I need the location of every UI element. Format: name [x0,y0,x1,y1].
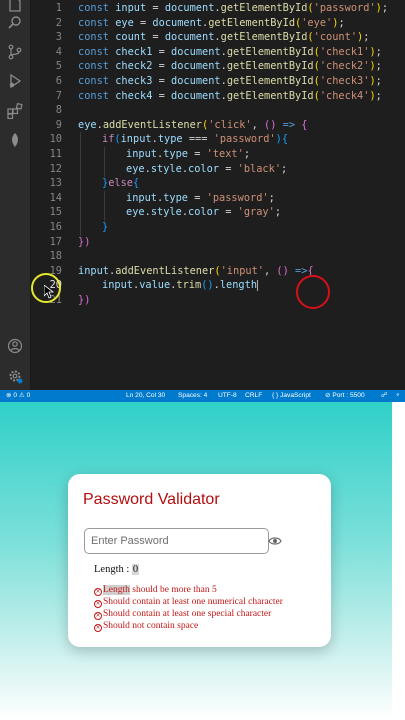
password-validator-card: Password Validator Length : 0 × Length sh… [68,474,331,647]
code-line: const check3 = document.getElementById('… [78,75,382,87]
line-number-gutter: 1 2 3 4 5 6 7 8 9 10 11 12 13 14 15 16 1… [30,0,70,380]
error-circle-icon: × [94,588,102,596]
account-icon[interactable] [7,338,23,354]
files-icon[interactable] [7,0,23,12]
code-line: input.addEventListener('input', () =>{ [78,264,314,277]
code-line: }) [78,294,91,306]
line-number: 2 [55,16,62,29]
length-counter: Length : 0 [94,564,140,575]
length-label: Length : [94,564,132,575]
line-number: 7 [55,89,62,102]
eye-icon[interactable] [268,535,282,547]
line-number: 4 [55,45,62,58]
live-server-port[interactable]: ⊘ Port : 5500 [325,390,365,402]
line-number: 12 [49,162,62,175]
line-number: 11 [49,148,62,160]
code-line: const count = document.getElementById('c… [78,31,370,44]
encoding[interactable]: UTF-8 [218,390,237,402]
code-line: if(input.type === 'password'){ [102,133,289,146]
line-number: 3 [55,31,62,44]
problems-indicator[interactable]: ⊗ 0 ⚠ 0 [6,390,30,402]
code-line: eye.style.color = 'black'; [126,162,288,175]
browser-preview: Password Validator Length : 0 × Length sh… [0,402,392,720]
indent-guide [104,147,105,177]
preview-edge [392,402,405,720]
line-number: 15 [49,206,62,219]
indentation[interactable]: Spaces: 4 [178,390,207,402]
code-line: }else{ [102,177,140,190]
rule-no-space: × Should not contain space [94,621,199,632]
line-number: 13 [49,177,62,190]
rule-special-char: × Should contain at least one special cha… [94,609,272,620]
extensions-icon[interactable] [7,103,23,119]
code-line: eye.style.color = 'gray'; [126,206,282,219]
code-line: const check2 = document.getElementById('… [78,60,382,73]
status-bar: ⊗ 0 ⚠ 0 Ln 20, Col 30 Spaces: 4 UTF-8 CR… [0,390,405,402]
page-title: Password Validator [83,491,220,508]
error-circle-icon: × [94,612,102,620]
line-number: 16 [49,221,62,233]
code-line: const eye = document.getElementById('eye… [78,16,345,29]
click-indicator-ring [296,275,330,309]
activity-bar [0,0,31,390]
leaf-icon[interactable] [7,132,23,148]
code-line: eye.addEventListener('click', () => { [78,118,308,131]
broadcast-icon[interactable]: ☍ [381,390,388,402]
error-circle-icon: × [94,624,102,632]
line-number: 1 [55,2,62,14]
line-number: 9 [55,118,62,131]
code-line: const check4 = document.getElementById('… [78,89,382,102]
code-area[interactable]: const input = document.getElementById('p… [78,0,405,380]
line-number: 6 [55,75,62,87]
code-line: const input = document.getElementById('p… [78,2,389,14]
code-line: }) [78,235,91,248]
line-number: 8 [55,104,62,117]
code-line: const check1 = document.getElementById('… [78,45,382,58]
line-number: 17 [49,235,62,248]
indent-guide [104,191,105,221]
code-line: input.type = 'text'; [126,148,251,160]
code-line: } [102,221,109,233]
code-line-active: input.value.trim().length [102,279,259,292]
text-caret [257,279,259,291]
cursor-position[interactable]: Ln 20, Col 30 [126,390,165,402]
code-line: input.type = 'password'; [126,191,275,204]
notification-bell-icon[interactable]: ⚬ [395,390,401,402]
line-number: 10 [49,133,62,146]
rule-min-length: × Length should be more than 5 [94,585,217,596]
source-control-icon[interactable] [7,44,23,60]
end-of-line[interactable]: CRLF [245,390,262,402]
line-number: 14 [49,191,62,204]
rule-numeric: × Should contain at least one numerical c… [94,597,283,608]
validation-rules-list: × Length should be more than 5 × Should co… [94,584,324,632]
error-circle-icon: × [94,600,102,608]
password-input[interactable] [84,528,269,554]
search-icon[interactable] [7,15,23,31]
line-number: 5 [55,60,62,73]
length-value: 0 [131,564,140,575]
settings-gear-icon[interactable] [7,368,23,384]
run-debug-icon[interactable] [7,73,23,89]
mouse-pointer-icon [44,285,54,299]
line-number: 18 [49,250,62,263]
language-mode[interactable]: { } JavaScript [272,390,311,402]
code-editor[interactable]: 1 2 3 4 5 6 7 8 9 10 11 12 13 14 15 16 1… [0,0,405,390]
indent-guide [80,132,81,236]
